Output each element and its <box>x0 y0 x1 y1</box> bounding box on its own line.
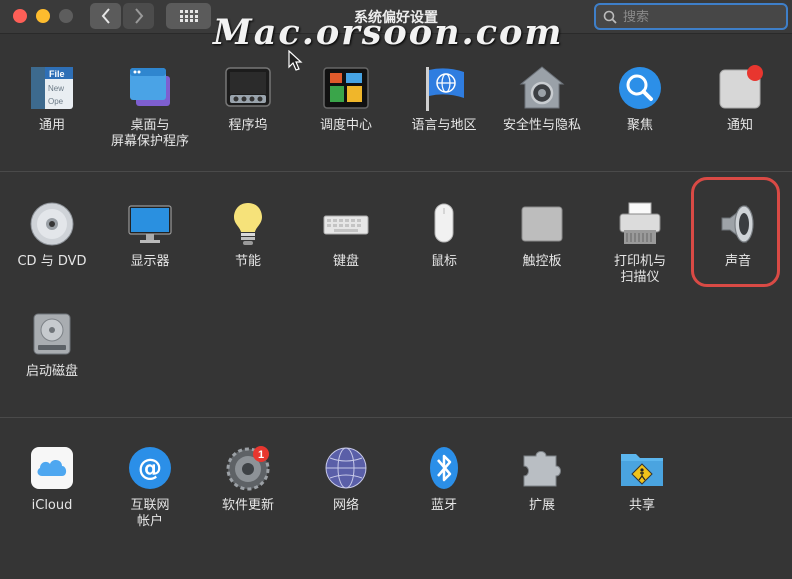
search-field[interactable] <box>594 3 788 30</box>
spotlight-label: 聚焦 <box>626 118 653 133</box>
hard-drive-icon <box>33 313 71 355</box>
cd-dvd-label: CD 与 DVD <box>17 254 87 269</box>
pref-dock[interactable]: 程序坞 <box>200 64 296 134</box>
gear-update-icon: 1 <box>226 446 270 491</box>
network-label: 网络 <box>332 498 359 513</box>
mouse-label: 鼠标 <box>430 254 457 269</box>
pref-mouse[interactable]: 鼠标 <box>396 200 492 270</box>
desktop-icon <box>130 68 170 106</box>
bluetooth-icon <box>430 447 458 489</box>
update-badge-count: 1 <box>258 449 264 461</box>
sharing-folder-icon <box>621 454 663 486</box>
keyboard-label: 键盘 <box>332 254 359 269</box>
pref-extensions[interactable]: 扩展 <box>494 444 590 514</box>
language-region-label: 语言与地区 <box>411 118 477 133</box>
desktop-label: 桌面与 屏幕保护程序 <box>110 118 189 149</box>
disc-icon <box>30 202 74 246</box>
general-label: 通用 <box>38 118 65 133</box>
cloud-icon <box>31 447 73 489</box>
pref-network[interactable]: 网络 <box>298 444 394 514</box>
printer-icon <box>619 202 661 244</box>
search-input[interactable] <box>623 8 778 26</box>
pref-printers-scanners[interactable]: 打印机与 扫描仪 <box>592 200 688 286</box>
mouse-icon <box>434 203 454 243</box>
dock-label: 程序坞 <box>228 118 268 133</box>
security-privacy-label: 安全性与隐私 <box>502 118 581 133</box>
bluetooth-label: 蓝牙 <box>430 498 457 513</box>
svg-text:@: @ <box>138 454 162 482</box>
mission-control-icon <box>323 67 369 109</box>
internet-accounts-label: 互联网 帐户 <box>130 498 170 529</box>
startup-disk-label: 启动磁盘 <box>25 364 78 379</box>
at-sign-icon: @ <box>129 447 171 489</box>
pref-mission-control[interactable]: 调度中心 <box>298 64 394 134</box>
pref-cd-dvd[interactable]: CD 与 DVD <box>4 200 100 270</box>
pref-icloud[interactable]: iCloud <box>4 444 100 514</box>
trackpad-label: 触控板 <box>522 254 562 269</box>
icloud-label: iCloud <box>31 498 73 513</box>
mouse-pointer-icon <box>288 50 303 71</box>
general-icon: File New Ope <box>31 67 73 109</box>
pref-internet-accounts[interactable]: @ 互联网 帐户 <box>102 444 198 530</box>
pref-language-region[interactable]: 语言与地区 <box>396 64 492 134</box>
puzzle-icon <box>523 451 561 487</box>
pref-displays[interactable]: 显示器 <box>102 200 198 270</box>
section-divider <box>0 171 792 172</box>
pref-startup-disk[interactable]: 启动磁盘 <box>4 310 100 380</box>
pref-energy-saver[interactable]: 节能 <box>200 200 296 270</box>
mission-control-label: 调度中心 <box>319 118 372 133</box>
keyboard-icon <box>323 215 369 235</box>
pref-trackpad[interactable]: 触控板 <box>494 200 590 270</box>
notification-icon <box>719 65 763 109</box>
sharing-label: 共享 <box>628 498 655 513</box>
pref-sharing[interactable]: 共享 <box>594 444 690 514</box>
pref-security-privacy[interactable]: 安全性与隐私 <box>494 64 590 134</box>
software-update-label: 软件更新 <box>221 498 274 513</box>
trackpad-icon <box>521 206 563 242</box>
pref-desktop-screensaver[interactable]: 桌面与 屏幕保护程序 <box>102 64 198 150</box>
pref-general[interactable]: File New Ope 通用 <box>4 64 100 134</box>
extensions-label: 扩展 <box>528 498 555 513</box>
svg-text:New: New <box>48 84 64 93</box>
pref-keyboard[interactable]: 键盘 <box>298 200 394 270</box>
magnifier-icon <box>619 67 661 109</box>
energy-saver-label: 节能 <box>234 254 261 269</box>
pref-notifications[interactable]: 通知 <box>692 64 788 134</box>
svg-text:Ope: Ope <box>48 97 64 106</box>
section-divider <box>0 417 792 418</box>
lightbulb-icon <box>234 203 262 245</box>
svg-text:File: File <box>49 69 65 79</box>
pref-software-update[interactable]: 1 软件更新 <box>200 444 296 514</box>
globe-flag-icon <box>426 67 464 111</box>
displays-label: 显示器 <box>130 254 170 269</box>
pref-spotlight[interactable]: 聚焦 <box>592 64 688 134</box>
sound-highlight-ring <box>691 177 780 287</box>
dock-icon <box>225 67 271 107</box>
pref-bluetooth[interactable]: 蓝牙 <box>396 444 492 514</box>
house-lock-icon <box>519 66 565 109</box>
watermark-text: Mac.orsoon.com <box>213 12 564 53</box>
printers-scanners-label: 打印机与 扫描仪 <box>613 254 666 285</box>
notifications-label: 通知 <box>726 118 753 133</box>
network-globe-icon <box>325 447 367 489</box>
monitor-icon <box>128 205 172 243</box>
search-icon <box>603 10 617 24</box>
